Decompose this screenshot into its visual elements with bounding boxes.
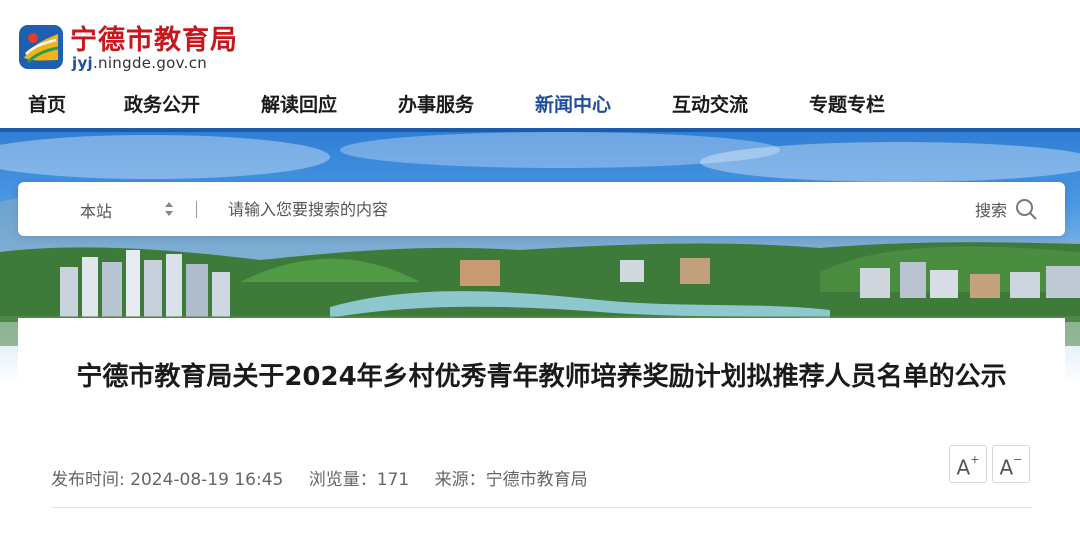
site-logo[interactable]: 宁德市教育局 jyj.ningde.gov.cn bbox=[18, 18, 258, 76]
search-scope-select[interactable]: 本站 bbox=[80, 198, 112, 222]
main-nav: 首页 政务公开 解读回应 办事服务 新闻中心 互动交流 专题专栏 bbox=[0, 80, 1080, 126]
nav-item-interpretation[interactable]: 解读回应 bbox=[261, 90, 337, 117]
nav-item-services[interactable]: 办事服务 bbox=[398, 90, 474, 117]
site-domain: jyj.ningde.gov.cn bbox=[72, 54, 208, 72]
search-icon bbox=[1016, 199, 1037, 220]
search-bar: 本站 搜索 bbox=[18, 182, 1065, 236]
nav-item-government-affairs[interactable]: 政务公开 bbox=[124, 90, 200, 117]
nav-item-interaction[interactable]: 互动交流 bbox=[672, 90, 748, 117]
nav-item-special-topics[interactable]: 专题专栏 bbox=[809, 90, 885, 117]
search-button-label: 搜索 bbox=[974, 201, 1007, 220]
up-down-arrows-icon[interactable] bbox=[164, 199, 174, 219]
article-title: 宁德市教育局关于2024年乡村优秀青年教师培养奖励计划拟推荐人员名单的公示 bbox=[76, 362, 1007, 392]
publish-time: 发布时间: 2024-08-19 16:45 bbox=[51, 470, 284, 490]
nav-item-home[interactable]: 首页 bbox=[28, 90, 66, 117]
search-input[interactable] bbox=[228, 194, 868, 224]
article-source: 来源：宁德市教育局 bbox=[434, 470, 588, 490]
site-name: 宁德市教育局 bbox=[70, 25, 238, 56]
search-button[interactable]: 搜索 bbox=[975, 195, 1037, 223]
nav-item-news-center[interactable]: 新闻中心 bbox=[535, 90, 611, 117]
view-count: 浏览量：171 bbox=[308, 470, 410, 490]
article-meta: 发布时间: 2024-08-19 16:45 浏览量：171 来源：宁德市教育局 bbox=[51, 465, 608, 490]
search-divider bbox=[196, 201, 197, 218]
education-emblem-icon bbox=[19, 25, 63, 69]
font-decrease-button[interactable]: A− bbox=[992, 445, 1030, 483]
site-header: 宁德市教育局 jyj.ningde.gov.cn 首页 政务公开 解读回应 办事… bbox=[0, 0, 1080, 132]
article-divider bbox=[51, 507, 1033, 508]
article-card: 宁德市教育局关于2024年乡村优秀青年教师培养奖励计划拟推荐人员名单的公示 发布… bbox=[18, 318, 1065, 540]
font-increase-button[interactable]: A+ bbox=[949, 445, 987, 483]
